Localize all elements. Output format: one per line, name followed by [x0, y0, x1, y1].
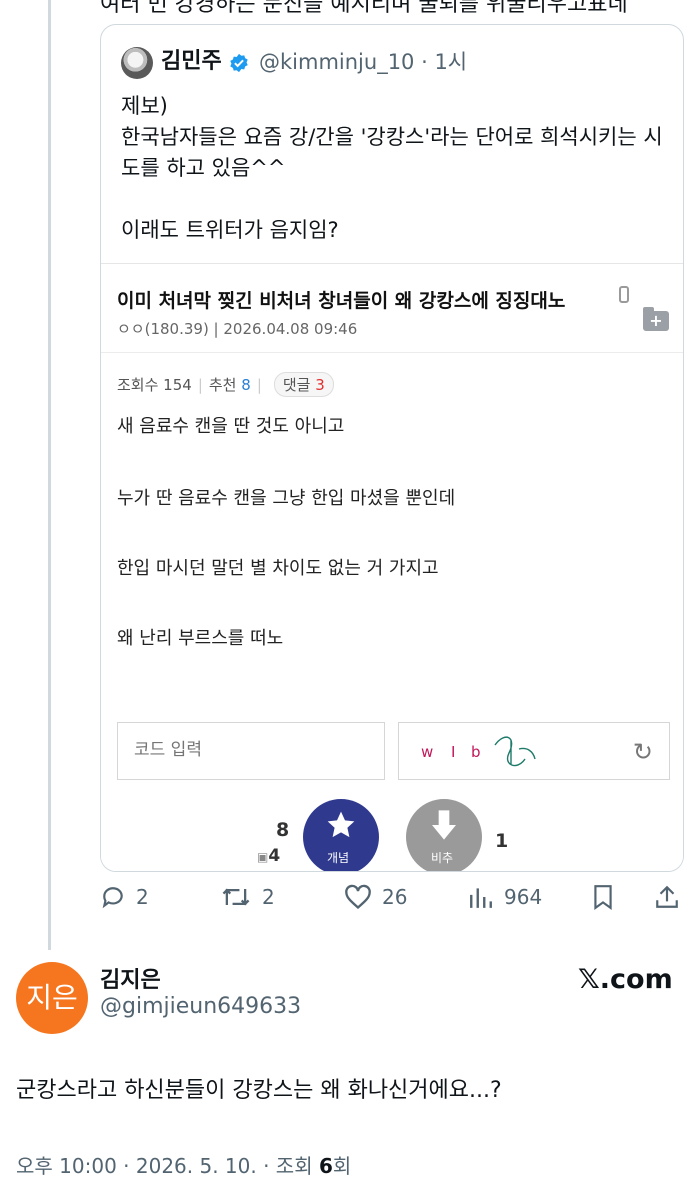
author-avatar[interactable]: 지은 [16, 962, 88, 1034]
views-count: 964 [504, 885, 543, 909]
divider [101, 352, 683, 353]
bookmark-icon [594, 885, 612, 910]
article-line: 한입 마시던 말던 별 차이도 없는 거 가지고 [117, 558, 439, 579]
retweet-count: 2 [262, 885, 275, 909]
star-icon [327, 811, 355, 838]
reply-count: 2 [136, 885, 149, 909]
upvote-count: 8 [276, 819, 290, 841]
captcha-image: w I b ↻ [398, 722, 670, 780]
svg-text:I: I [451, 743, 455, 761]
quoted-author-avatar[interactable] [121, 47, 153, 79]
tweet-text: 군캉스라고 하신분들이 강캉스는 왜 화나신거에요...? [16, 1078, 502, 1103]
thread-connector-line [48, 0, 51, 950]
folder-add-icon: + [643, 307, 669, 331]
downvote-count: 1 [495, 830, 509, 852]
bar-chart-icon [470, 888, 492, 908]
share-button[interactable] [654, 884, 680, 910]
svg-text:w: w [421, 743, 433, 761]
article-line: 새 음료수 캔을 딴 것도 아니고 [117, 416, 345, 437]
mobile-icon [619, 286, 629, 303]
article-title: 이미 처녀막 찢긴 비처녀 창녀들이 왜 강캉스에 징징대노 [117, 290, 566, 312]
comments-badge: 댓글 3 [273, 372, 334, 397]
article-stats: 조회수 154 | 추천 8 | 댓글 3 [117, 372, 334, 397]
author-name[interactable]: 김지은 [100, 962, 161, 994]
quoted-tweet-text: 제보) 한국남자들은 요즘 강/간을 '강캉스'라는 단어로 희석시키는 시도를… [121, 94, 663, 242]
quoted-author-handle[interactable]: @kimminju_10 · 1시 [259, 47, 467, 77]
reply-icon [102, 887, 123, 909]
recommend-label: 추천 [208, 376, 237, 394]
down-arrow-icon [432, 810, 456, 840]
views-count: 조회수 154 [117, 376, 192, 394]
like-count: 26 [382, 885, 408, 909]
svg-text:b: b [471, 743, 481, 761]
article-line: 누가 딴 음료수 캔을 그냥 한입 마셨을 뿐인데 [117, 488, 456, 509]
quoted-media-screenshot[interactable]: 이미 처녀막 찢긴 비처녀 창녀들이 왜 강캉스에 징징대노 ㅇㅇ(180.39… [101, 263, 683, 871]
upvote-sub-count: ▣4 [257, 846, 281, 866]
like-button[interactable]: 26 [344, 884, 407, 910]
article-line: 왜 난리 부르스를 떠노 [117, 628, 284, 649]
retweet-icon [222, 888, 250, 906]
retweet-button[interactable]: 2 [220, 884, 275, 910]
upvote-button[interactable]: 개념 [303, 799, 379, 871]
reply-button[interactable]: 2 [100, 884, 149, 910]
quoted-tweet-card[interactable]: 김민주 @kimminju_10 · 1시 제보) 한국남자들은 요즘 강/간을… [100, 24, 684, 872]
refresh-icon[interactable]: ↻ [633, 738, 653, 766]
x-logo: 𝕏.com [578, 964, 673, 995]
verified-badge-icon [230, 53, 248, 73]
downvote-button[interactable]: 비추 [406, 799, 482, 871]
quoted-author-name[interactable]: 김민주 [161, 47, 222, 77]
author-handle[interactable]: @gimjieun649633 [100, 994, 301, 1019]
tweet-actions-bar: 2 2 26 964 [100, 884, 690, 920]
heart-icon [345, 884, 371, 910]
recommend-count: 8 [241, 376, 251, 394]
share-icon [656, 885, 678, 908]
captcha-code-input[interactable] [132, 739, 356, 761]
bookmark-button[interactable] [592, 884, 614, 910]
tweet-timestamp: 오후 10:00 · 2026. 5. 10. · 조회 6회 [16, 1154, 352, 1178]
captcha-drawing: w I b [421, 736, 536, 767]
views-button[interactable]: 964 [468, 884, 542, 910]
article-meta: ㅇㅇ(180.39) | 2026.04.08 09:46 [117, 320, 358, 338]
captcha-code-field[interactable] [117, 722, 385, 780]
previous-tweet-text: 여러 번 강경하는 문진을 예시리며 굴퇴를 위굴리우고표네 [100, 0, 628, 17]
